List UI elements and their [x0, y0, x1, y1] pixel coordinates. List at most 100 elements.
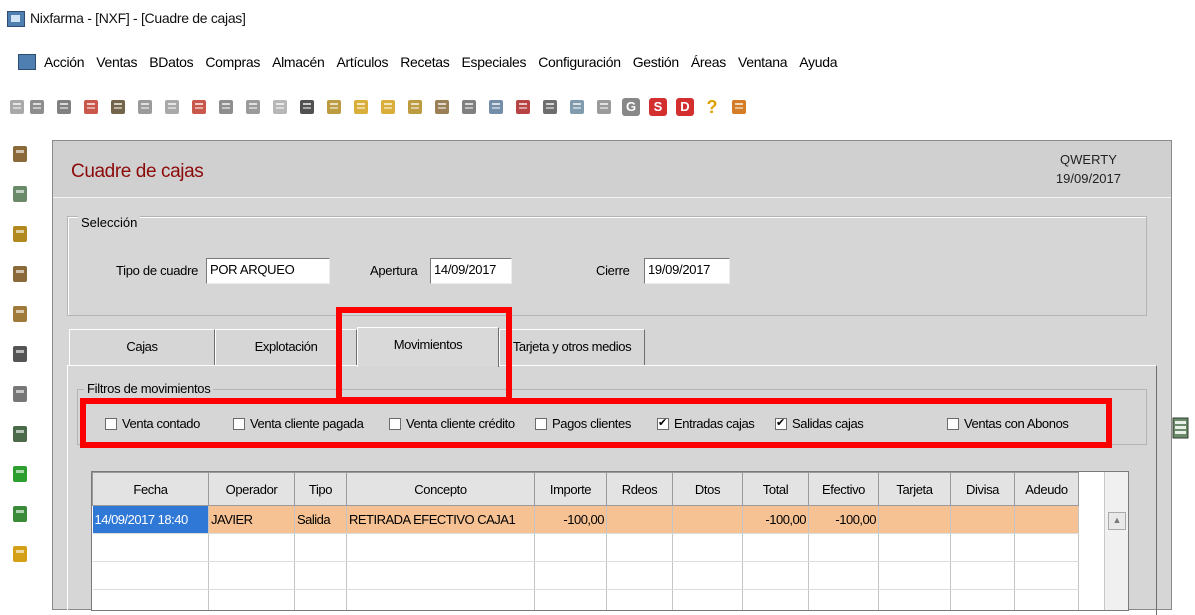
table-cell[interactable] [672, 533, 743, 562]
table-cell[interactable] [208, 561, 295, 590]
list-icon[interactable] [217, 98, 235, 116]
table-cell[interactable]: -100,00 [534, 505, 607, 534]
table-cell[interactable] [672, 589, 743, 610]
menu-item[interactable]: Compras [205, 54, 260, 70]
menu-item[interactable]: Ventas [96, 54, 137, 70]
warning-icon[interactable] [10, 543, 30, 565]
edit-document-icon[interactable] [55, 98, 73, 116]
menu-item[interactable]: Recetas [400, 54, 450, 70]
filter-salidas-cajas[interactable]: Salidas cajas [775, 416, 864, 431]
apertura-field[interactable]: 14/09/2017 [430, 258, 512, 284]
column-header[interactable]: Adeudo [1014, 472, 1079, 506]
table-cell[interactable] [878, 533, 951, 562]
pen-icon[interactable] [10, 343, 30, 365]
plus-icon[interactable] [10, 463, 30, 485]
notes-icon[interactable] [136, 98, 154, 116]
lock-icon[interactable] [514, 98, 532, 116]
table-cell[interactable] [294, 589, 347, 610]
table-cell[interactable] [534, 533, 607, 562]
table-cell[interactable] [208, 533, 295, 562]
table-cell[interactable] [294, 561, 347, 590]
table-cell[interactable] [1014, 561, 1079, 590]
table-row[interactable] [92, 589, 1079, 610]
menu-item[interactable]: BDatos [149, 54, 193, 70]
help-icon[interactable]: ? [703, 98, 721, 116]
table-cell[interactable] [346, 533, 535, 562]
filter-venta-contado[interactable]: Venta contado [105, 416, 200, 431]
filter-entradas-cajas[interactable]: Entradas cajas [657, 416, 755, 431]
table-row[interactable] [92, 561, 1079, 590]
column-header[interactable]: Concepto [346, 472, 535, 506]
tipo-cuadre-field[interactable]: POR ARQUEO [206, 258, 330, 284]
g-icon[interactable]: G [622, 98, 640, 116]
euro-icon[interactable] [10, 183, 30, 205]
table-cell[interactable] [672, 505, 743, 534]
column-header[interactable]: Divisa [950, 472, 1015, 506]
table-cell[interactable] [1014, 505, 1079, 534]
table-cell[interactable] [808, 589, 879, 610]
table-cell[interactable] [534, 561, 607, 590]
s-icon[interactable]: S [649, 98, 667, 116]
table-cell[interactable] [950, 505, 1015, 534]
column-header[interactable]: Dtos [672, 472, 743, 506]
table-cell[interactable] [92, 561, 209, 590]
table-cell[interactable] [1014, 533, 1079, 562]
table-cell[interactable] [92, 589, 209, 610]
table-cell[interactable] [950, 589, 1015, 610]
exit-icon[interactable] [325, 98, 343, 116]
column-header[interactable]: Tarjeta [878, 472, 951, 506]
table-cell[interactable] [742, 533, 809, 562]
table-cell[interactable] [878, 561, 951, 590]
form-icon[interactable] [10, 423, 30, 445]
menu-item[interactable]: Artículos [336, 54, 388, 70]
stop-icon[interactable] [82, 98, 100, 116]
checkbox[interactable] [535, 417, 547, 430]
column-header[interactable]: Importe [534, 472, 607, 506]
checkbox[interactable] [775, 416, 787, 430]
column-header[interactable]: Rdeos [606, 472, 673, 506]
table-cell[interactable] [808, 533, 879, 562]
table-cell[interactable] [294, 533, 347, 562]
menu-item[interactable]: Acción [44, 54, 85, 70]
money-icon[interactable] [10, 383, 30, 405]
menu-item[interactable]: Ayuda [799, 54, 837, 70]
search-icon[interactable] [460, 98, 478, 116]
table-cell[interactable]: 14/09/2017 18:40 [92, 505, 209, 534]
table-cell[interactable] [534, 589, 607, 610]
table-cell[interactable] [1014, 589, 1079, 610]
cierre-field[interactable]: 19/09/2017 [644, 258, 730, 284]
filter-venta-cliente-credito[interactable]: Venta cliente crédito [389, 416, 515, 431]
menu-item[interactable]: Áreas [691, 54, 726, 70]
system-menu-icon[interactable] [18, 54, 36, 70]
table-cell[interactable]: Salida [294, 505, 347, 534]
menu-item[interactable]: Almacén [272, 54, 325, 70]
cash-register-icon[interactable] [10, 143, 30, 165]
table-cell[interactable] [742, 589, 809, 610]
filter-icon[interactable] [595, 98, 613, 116]
table-cell[interactable] [346, 589, 535, 610]
home-icon[interactable] [730, 98, 748, 116]
cart-icon[interactable] [10, 263, 30, 285]
printer-icon[interactable] [433, 98, 451, 116]
card-icon[interactable] [10, 303, 30, 325]
table-cell[interactable] [950, 561, 1015, 590]
table-cell[interactable] [878, 589, 951, 610]
column-header[interactable]: Total [742, 472, 809, 506]
filter-ventas-con-abonos[interactable]: Ventas con Abonos [947, 416, 1069, 431]
table-icon[interactable] [163, 98, 181, 116]
menu-item[interactable]: Configuración [538, 54, 621, 70]
star-outline-icon[interactable] [271, 98, 289, 116]
tab-cajas[interactable]: Cajas [69, 329, 215, 365]
pill-bottle-icon[interactable] [190, 98, 208, 116]
table-cell[interactable]: -100,00 [808, 505, 879, 534]
checkbox[interactable] [105, 417, 117, 430]
table-cell[interactable] [878, 505, 951, 534]
checkbox[interactable] [657, 416, 669, 430]
checkbox[interactable] [947, 417, 959, 430]
table-cell[interactable]: JAVIER [208, 505, 295, 534]
d-icon[interactable]: D [676, 98, 694, 116]
scroll-up-icon[interactable]: ▲ [1108, 512, 1126, 530]
table-cell[interactable] [606, 533, 673, 562]
person-icon[interactable] [487, 98, 505, 116]
side-form-icon[interactable] [1172, 417, 1189, 439]
